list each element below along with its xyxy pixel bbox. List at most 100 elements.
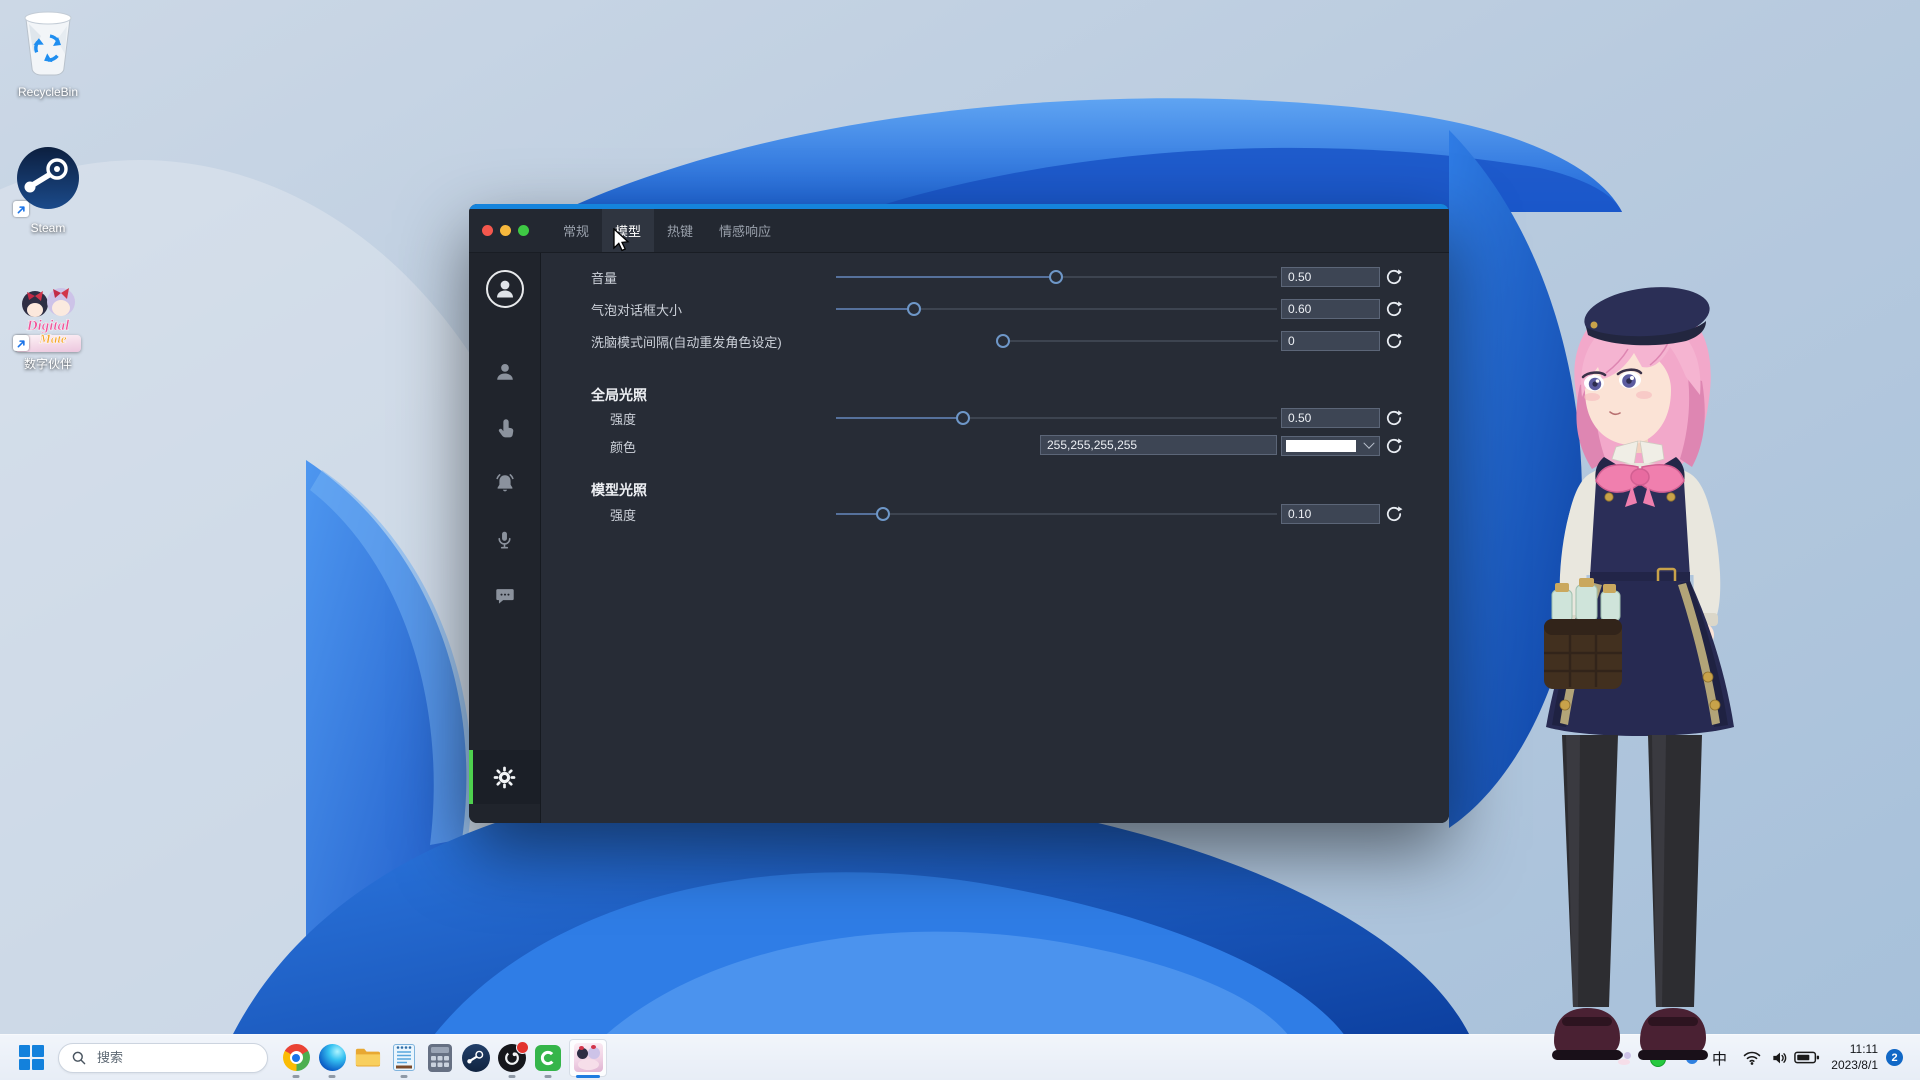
steam-label: Steam — [3, 221, 93, 235]
chat-bubble-icon — [494, 585, 516, 607]
steam-icon — [15, 146, 81, 219]
model-light-intensity-value-input[interactable] — [1281, 504, 1380, 524]
tab-bar: 常规 模型 热键 情感响应 — [550, 209, 784, 252]
close-button[interactable] — [482, 225, 493, 236]
global-light-intensity-value-input[interactable] — [1281, 408, 1380, 428]
brainwash-interval-slider[interactable] — [997, 333, 1278, 349]
notepad-icon — [393, 1044, 415, 1071]
taskbar-app-steam[interactable] — [458, 1035, 494, 1080]
global-light-color-label: 颜色 — [610, 437, 636, 456]
user-icon — [494, 361, 516, 383]
model-light-intensity-slider[interactable] — [836, 506, 1277, 522]
taskbar-app-chrome[interactable] — [278, 1035, 314, 1080]
desktop-screen: RecycleBin Steam — [0, 0, 1920, 1080]
bell-icon — [493, 472, 517, 496]
shortcut-arrow-icon — [13, 201, 29, 217]
brainwash-interval-value-input[interactable] — [1281, 331, 1380, 351]
taskbar-app-digital-mate[interactable] — [566, 1035, 610, 1080]
desktop-icon-recycle-bin[interactable]: RecycleBin — [3, 6, 93, 99]
desktop-icon-digital-mate[interactable]: Digital Mate 数字伙伴 — [3, 282, 93, 372]
sidebar-item-user[interactable] — [469, 361, 540, 383]
tab-general[interactable]: 常规 — [550, 209, 602, 252]
global-light-color-reset-button[interactable] — [1385, 437, 1403, 455]
sidebar-item-microphone[interactable] — [469, 529, 540, 551]
recycle-bin-icon — [15, 6, 81, 83]
sidebar-item-avatar[interactable] — [469, 270, 540, 308]
global-light-color-dropdown[interactable] — [1281, 436, 1380, 456]
volume-value-input[interactable] — [1281, 267, 1380, 287]
calculator-icon — [428, 1044, 452, 1072]
recording-indicator — [516, 1041, 529, 1054]
mouse-cursor — [612, 228, 632, 254]
bubble-size-value-input[interactable] — [1281, 299, 1380, 319]
avatar-icon — [486, 270, 524, 308]
taskbar-search[interactable] — [58, 1043, 268, 1073]
microphone-icon — [494, 529, 515, 551]
shortcut-arrow-icon — [13, 335, 29, 351]
sidebar-item-settings[interactable] — [469, 750, 540, 804]
volume-slider-handle[interactable] — [1049, 270, 1063, 284]
sidebar-item-chat[interactable] — [469, 585, 540, 607]
taskbar-app-notepad[interactable] — [386, 1035, 422, 1080]
sidebar-item-touch[interactable] — [469, 419, 540, 441]
model-light-intensity-label: 强度 — [610, 505, 636, 524]
window-sidebar — [469, 253, 541, 823]
digital-mate-icon: Digital Mate — [15, 282, 81, 353]
global-light-intensity-reset-button[interactable] — [1385, 409, 1403, 427]
clock[interactable]: 11:11 2023/8/1 — [1812, 1041, 1878, 1073]
taskbar-app-file-explorer[interactable] — [350, 1035, 386, 1080]
settings-panel: 音量 气泡对话框大小 — [541, 253, 1449, 823]
tab-emotion-response[interactable]: 情感响应 — [706, 209, 784, 252]
camtasia-icon — [535, 1045, 561, 1071]
search-input[interactable] — [95, 1049, 249, 1066]
brainwash-interval-slider-handle[interactable] — [996, 334, 1010, 348]
global-light-color-value-input[interactable] — [1040, 435, 1277, 455]
digital-mate-taskbar-icon — [569, 1039, 607, 1077]
search-icon — [71, 1050, 87, 1066]
traffic-lights — [482, 225, 529, 236]
model-light-section-header: 模型光照 — [591, 480, 647, 500]
global-light-section-header: 全局光照 — [591, 385, 647, 405]
taskbar-app-obs[interactable] — [494, 1035, 530, 1080]
gear-icon — [492, 765, 517, 790]
brainwash-interval-reset-button[interactable] — [1385, 332, 1403, 350]
digital-mate-logo-line2: Mate — [38, 335, 67, 346]
model-light-intensity-slider-handle[interactable] — [876, 507, 890, 521]
volume-slider[interactable] — [836, 269, 1277, 285]
maximize-button[interactable] — [518, 225, 529, 236]
volume-reset-button[interactable] — [1385, 268, 1403, 286]
bubble-size-slider-handle[interactable] — [907, 302, 921, 316]
color-swatch — [1286, 440, 1356, 452]
desktop-icon-steam[interactable]: Steam — [3, 146, 93, 235]
minimize-button[interactable] — [500, 225, 511, 236]
clock-time: 11:11 — [1812, 1041, 1878, 1057]
volume-label: 音量 — [591, 268, 617, 287]
sidebar-item-notifications[interactable] — [469, 472, 540, 496]
tab-hotkeys[interactable]: 热键 — [654, 209, 706, 252]
taskbar-app-camtasia[interactable] — [530, 1035, 566, 1080]
start-button[interactable] — [14, 1035, 48, 1080]
model-light-intensity-reset-button[interactable] — [1385, 505, 1403, 523]
bubble-size-slider[interactable] — [836, 301, 1277, 317]
global-light-intensity-label: 强度 — [610, 409, 636, 428]
taskbar-app-calculator[interactable] — [422, 1035, 458, 1080]
edge-icon — [319, 1044, 346, 1071]
windows-start-icon — [19, 1045, 44, 1070]
touch-icon — [494, 419, 516, 441]
chrome-icon — [283, 1044, 310, 1071]
digital-mate-label: 数字伙伴 — [3, 355, 93, 372]
recycle-bin-label: RecycleBin — [3, 85, 93, 99]
notification-badge[interactable]: 2 — [1886, 1049, 1903, 1066]
desktop-mate-character[interactable] — [1510, 275, 1810, 1065]
obs-icon — [498, 1044, 526, 1072]
global-light-intensity-slider-handle[interactable] — [956, 411, 970, 425]
global-light-intensity-slider[interactable] — [836, 410, 1277, 426]
clock-date: 2023/8/1 — [1812, 1057, 1878, 1073]
bubble-size-label: 气泡对话框大小 — [591, 300, 682, 319]
taskbar-app-edge[interactable] — [314, 1035, 350, 1080]
file-explorer-icon — [354, 1046, 382, 1070]
brainwash-interval-label: 洗脑模式间隔(自动重发角色设定) — [591, 332, 782, 351]
chevron-down-icon — [1363, 438, 1374, 449]
bubble-size-reset-button[interactable] — [1385, 300, 1403, 318]
settings-window: 常规 模型 热键 情感响应 — [469, 204, 1449, 823]
